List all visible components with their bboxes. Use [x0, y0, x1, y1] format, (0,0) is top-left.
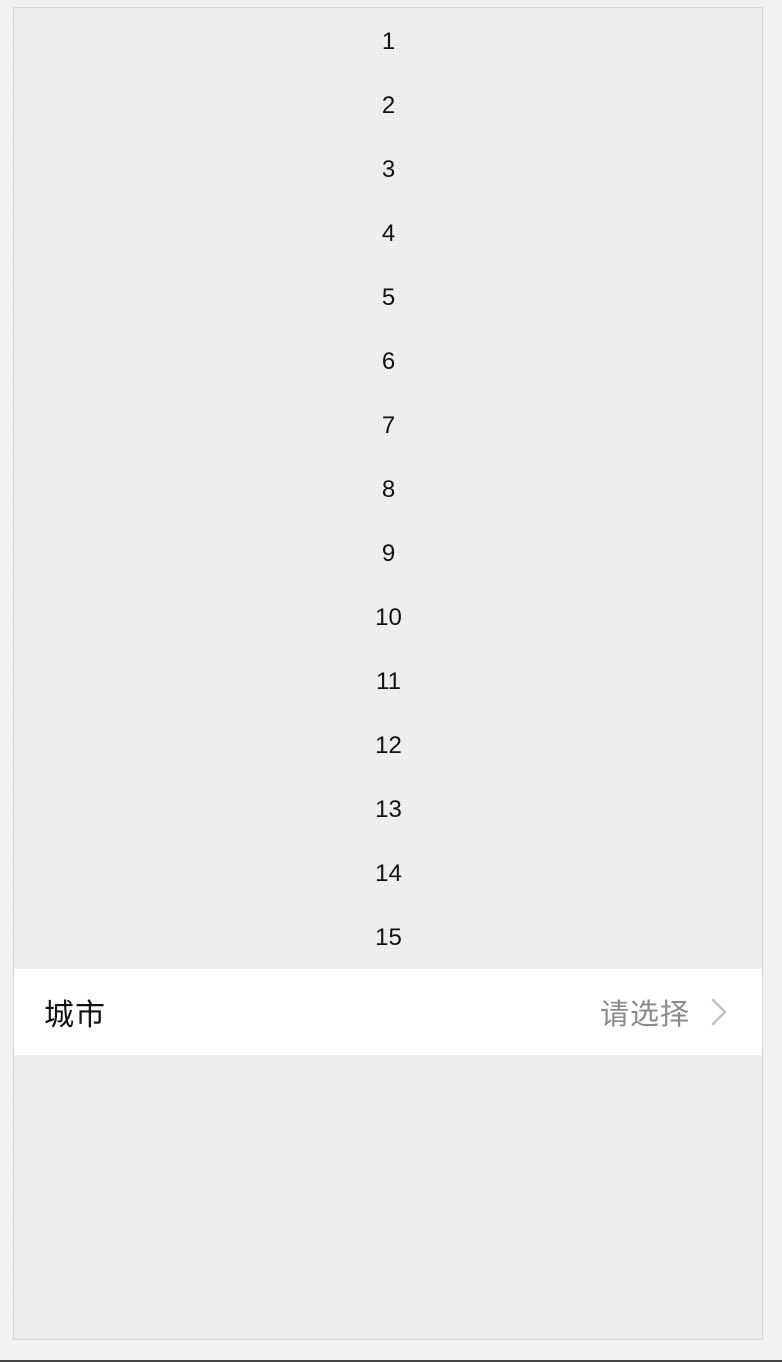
list-item: 7: [381, 412, 396, 439]
list-item: 15: [375, 924, 402, 951]
list-item: 13: [375, 796, 402, 823]
list-item: 9: [381, 540, 396, 567]
list-item: 14: [375, 860, 402, 887]
list-item: 10: [375, 604, 402, 631]
list-item: 6: [381, 348, 396, 375]
number-list: 1 2 3 4 5 6 7 8 9 10 11 12 13 14 15: [14, 10, 762, 970]
list-item: 8: [381, 476, 396, 503]
list-item: 2: [381, 92, 396, 119]
city-value-group[interactable]: 请选择: [600, 991, 728, 1033]
city-label: 城市: [44, 998, 106, 1033]
page-frame: 1 2 3 4 5 6 7 8 9 10 11 12 13 14 15 城市 请…: [13, 7, 763, 1340]
list-item: 12: [375, 732, 402, 759]
chevron-right-icon: [710, 998, 728, 1026]
city-picker-cell[interactable]: 城市 请选择: [14, 969, 762, 1055]
list-item: 11: [376, 668, 401, 695]
list-item: 1: [381, 28, 396, 55]
city-value-placeholder: 请选择: [599, 997, 690, 1031]
list-item: 4: [381, 220, 396, 247]
list-item: 3: [381, 156, 396, 183]
list-item: 5: [381, 284, 396, 311]
